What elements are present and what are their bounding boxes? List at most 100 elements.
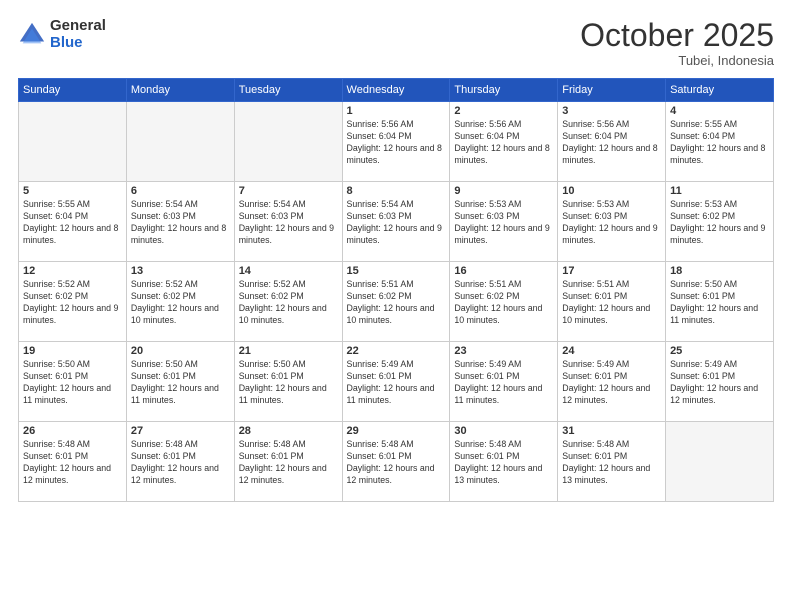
calendar-cell: 12 Sunrise: 5:52 AM Sunset: 6:02 PM Dayli… [19,262,127,342]
calendar-cell: 2Sunrise: 5:56 AM Sunset: 6:04 PM Daylig… [450,102,558,182]
day-info: Sunrise: 5:50 AM Sunset: 6:01 PM Dayligh… [23,359,122,407]
day-info: Sunrise: 5:56 AM Sunset: 6:04 PM Dayligh… [347,119,446,167]
day-number: 22 [347,345,446,357]
calendar-cell: 18Sunrise: 5:50 AM Sunset: 6:01 PM Dayli… [666,262,774,342]
calendar-cell [19,102,127,182]
day-number: 31 [562,425,661,437]
calendar-cell [126,102,234,182]
calendar-cell: 17 Sunrise: 5:51 AM Sunset: 6:01 PM Dayli… [558,262,666,342]
col-tuesday: Tuesday [234,79,342,102]
day-info: Sunrise: 5:52 AM Sunset: 6:02 PM Dayligh… [239,279,338,327]
day-number: 11 [670,185,769,197]
day-number: 9 [454,185,553,197]
day-number: 25 [670,345,769,357]
day-number: 21 [239,345,338,357]
calendar-table: Sunday Monday Tuesday Wednesday Thursday… [18,78,774,502]
logo-text: General Blue [50,18,106,51]
col-wednesday: Wednesday [342,79,450,102]
day-info: Sunrise: 5:49 AM Sunset: 6:01 PM Dayligh… [670,359,769,407]
day-number: 17 [562,265,661,277]
calendar-cell: 6 Sunrise: 5:54 AM Sunset: 6:03 PM Daylig… [126,182,234,262]
day-number: 10 [562,185,661,197]
calendar-cell [234,102,342,182]
calendar-cell: 26 Sunrise: 5:48 AM Sunset: 6:01 PM Dayli… [19,422,127,502]
day-number: 26 [23,425,122,437]
day-info: Sunrise: 5:54 AM Sunset: 6:03 PM Dayligh… [347,199,446,247]
day-number: 12 [23,265,122,277]
day-info: Sunrise: 5:49 AM Sunset: 6:01 PM Dayligh… [562,359,661,407]
calendar-cell: 24 Sunrise: 5:49 AM Sunset: 6:01 PM Dayli… [558,342,666,422]
calendar-cell: 20 Sunrise: 5:50 AM Sunset: 6:01 PM Dayli… [126,342,234,422]
calendar-cell: 10 Sunrise: 5:53 AM Sunset: 6:03 PM Dayli… [558,182,666,262]
day-number: 4 [670,105,769,117]
week-row-3: 12 Sunrise: 5:52 AM Sunset: 6:02 PM Dayli… [19,262,774,342]
logo: General Blue [18,18,106,51]
header-row: Sunday Monday Tuesday Wednesday Thursday… [19,79,774,102]
col-friday: Friday [558,79,666,102]
day-number: 30 [454,425,553,437]
day-number: 7 [239,185,338,197]
header: General Blue October 2025 Tubei, Indones… [18,18,774,68]
calendar-cell: 8 Sunrise: 5:54 AM Sunset: 6:03 PM Daylig… [342,182,450,262]
day-number: 8 [347,185,446,197]
calendar-cell: 25 Sunrise: 5:49 AM Sunset: 6:01 PM Dayli… [666,342,774,422]
day-info: Sunrise: 5:55 AM Sunset: 6:04 PM Dayligh… [23,199,122,247]
logo-blue-label: Blue [50,35,106,52]
calendar-cell: 29Sunrise: 5:48 AM Sunset: 6:01 PM Dayli… [342,422,450,502]
week-row-5: 26 Sunrise: 5:48 AM Sunset: 6:01 PM Dayli… [19,422,774,502]
calendar-cell: 7Sunrise: 5:54 AM Sunset: 6:03 PM Daylig… [234,182,342,262]
calendar-cell: 14 Sunrise: 5:52 AM Sunset: 6:02 PM Dayli… [234,262,342,342]
day-info: Sunrise: 5:50 AM Sunset: 6:01 PM Dayligh… [131,359,230,407]
day-info: Sunrise: 5:54 AM Sunset: 6:03 PM Dayligh… [131,199,230,247]
calendar-header: Sunday Monday Tuesday Wednesday Thursday… [19,79,774,102]
day-number: 20 [131,345,230,357]
calendar-cell: 19 Sunrise: 5:50 AM Sunset: 6:01 PM Dayli… [19,342,127,422]
day-number: 13 [131,265,230,277]
day-number: 24 [562,345,661,357]
calendar-cell: 3 Sunrise: 5:56 AM Sunset: 6:04 PM Daylig… [558,102,666,182]
calendar-cell: 13Sunrise: 5:52 AM Sunset: 6:02 PM Dayli… [126,262,234,342]
day-info: Sunrise: 5:49 AM Sunset: 6:01 PM Dayligh… [454,359,553,407]
day-info: Sunrise: 5:49 AM Sunset: 6:01 PM Dayligh… [347,359,446,407]
col-thursday: Thursday [450,79,558,102]
day-info: Sunrise: 5:48 AM Sunset: 6:01 PM Dayligh… [562,439,661,487]
col-monday: Monday [126,79,234,102]
calendar-cell: 1 Sunrise: 5:56 AM Sunset: 6:04 PM Daylig… [342,102,450,182]
calendar-cell: 16Sunrise: 5:51 AM Sunset: 6:02 PM Dayli… [450,262,558,342]
day-info: Sunrise: 5:48 AM Sunset: 6:01 PM Dayligh… [454,439,553,487]
day-number: 1 [347,105,446,117]
calendar-cell: 30 Sunrise: 5:48 AM Sunset: 6:01 PM Dayli… [450,422,558,502]
week-row-1: 1 Sunrise: 5:56 AM Sunset: 6:04 PM Daylig… [19,102,774,182]
day-number: 27 [131,425,230,437]
col-saturday: Saturday [666,79,774,102]
week-row-2: 5 Sunrise: 5:55 AM Sunset: 6:04 PM Daylig… [19,182,774,262]
day-number: 14 [239,265,338,277]
logo-icon [18,21,46,49]
month-title: October 2025 [580,18,774,53]
calendar-cell: 11Sunrise: 5:53 AM Sunset: 6:02 PM Dayli… [666,182,774,262]
day-info: Sunrise: 5:48 AM Sunset: 6:01 PM Dayligh… [131,439,230,487]
calendar-cell: 5 Sunrise: 5:55 AM Sunset: 6:04 PM Daylig… [19,182,127,262]
day-number: 18 [670,265,769,277]
day-number: 5 [23,185,122,197]
calendar-cell: 22 Sunrise: 5:49 AM Sunset: 6:01 PM Dayli… [342,342,450,422]
calendar-cell: 15Sunrise: 5:51 AM Sunset: 6:02 PM Dayli… [342,262,450,342]
day-number: 3 [562,105,661,117]
day-number: 16 [454,265,553,277]
calendar-cell: 31 Sunrise: 5:48 AM Sunset: 6:01 PM Dayli… [558,422,666,502]
day-number: 19 [23,345,122,357]
day-number: 6 [131,185,230,197]
day-info: Sunrise: 5:56 AM Sunset: 6:04 PM Dayligh… [562,119,661,167]
page: General Blue October 2025 Tubei, Indones… [0,0,792,612]
calendar-cell: 28Sunrise: 5:48 AM Sunset: 6:01 PM Dayli… [234,422,342,502]
day-number: 15 [347,265,446,277]
logo-general-label: General [50,18,106,35]
day-info: Sunrise: 5:51 AM Sunset: 6:01 PM Dayligh… [562,279,661,327]
calendar-cell: 23Sunrise: 5:49 AM Sunset: 6:01 PM Dayli… [450,342,558,422]
day-info: Sunrise: 5:48 AM Sunset: 6:01 PM Dayligh… [23,439,122,487]
day-info: Sunrise: 5:56 AM Sunset: 6:04 PM Dayligh… [454,119,553,167]
day-info: Sunrise: 5:52 AM Sunset: 6:02 PM Dayligh… [23,279,122,327]
week-row-4: 19 Sunrise: 5:50 AM Sunset: 6:01 PM Dayli… [19,342,774,422]
day-info: Sunrise: 5:48 AM Sunset: 6:01 PM Dayligh… [239,439,338,487]
day-info: Sunrise: 5:53 AM Sunset: 6:03 PM Dayligh… [562,199,661,247]
